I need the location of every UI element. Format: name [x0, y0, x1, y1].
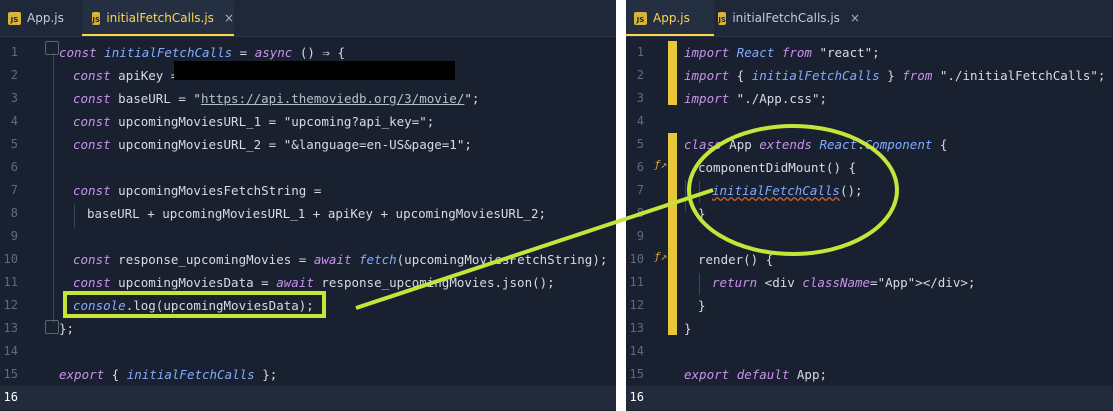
annotation-circle: [687, 124, 899, 256]
annotation-arrow-line: [355, 188, 714, 310]
annotation-overlay: [355, 124, 899, 310]
